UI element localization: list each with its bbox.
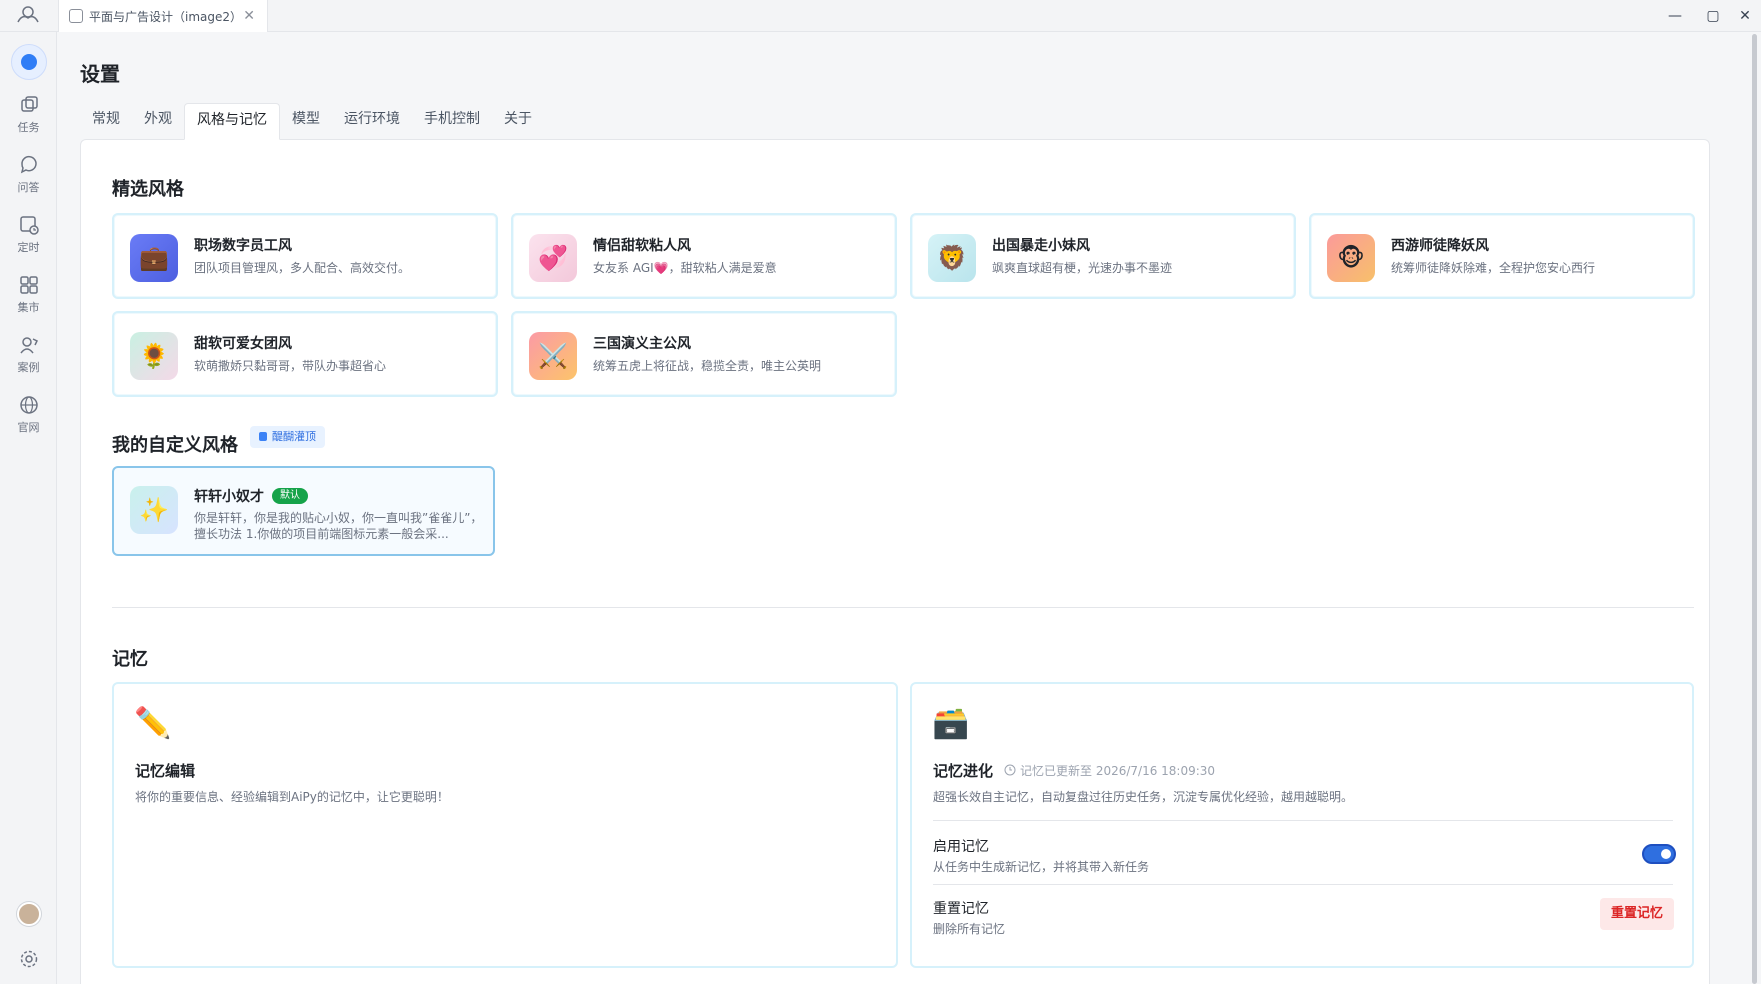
monkey-icon: 🐵: [1327, 234, 1375, 282]
cases-icon: [19, 337, 38, 354]
briefcase-icon: 💼: [130, 234, 178, 282]
sunflower-icon: 🌻: [130, 332, 178, 380]
memory-edit-title: 记忆编辑: [135, 762, 196, 780]
style-card-name: 西游师徒降妖风: [1391, 238, 1489, 254]
sparkles-icon: ✨: [130, 486, 178, 534]
style-card-name: 甜软可爱女团风: [194, 336, 292, 352]
document-tab[interactable]: 平面与广告设计（image2） ✕: [58, 0, 268, 32]
pencil-icon: ✏️: [134, 706, 172, 741]
style-card-name: 三国演义主公风: [593, 336, 691, 352]
app-logo-icon[interactable]: [12, 4, 44, 28]
memory-evolve-desc: 超强长效自主记忆，自动复盘过往历史任务，沉淀专属优化经验，越用越聪明。: [933, 790, 1354, 804]
tab-about[interactable]: 关于: [492, 103, 544, 140]
tasks-icon: [20, 96, 38, 112]
market-icon: [19, 276, 38, 294]
enable-memory-desc: 从任务中生成新记忆，并将其带入新任务: [933, 860, 1150, 874]
sidebar-item-label: 案例: [17, 361, 40, 374]
memory-edit-card[interactable]: ✏️ 记忆编辑 将你的重要信息、经验编辑到AiPy的记忆中，让它更聪明！: [112, 682, 898, 968]
window-close-button[interactable]: ✕: [1729, 0, 1761, 32]
lion-icon: 🦁: [928, 234, 976, 282]
sidebar-item-label: 问答: [17, 181, 40, 194]
style-card-desc: 女友系 AGI💗，甜软粘人满是爱意: [593, 261, 777, 275]
style-card-desc: 统筹五虎上将征战，稳揽全责，唯主公英明: [593, 359, 822, 373]
style-card-desc: 团队项目管理风，多人配合、高效交付。: [194, 261, 411, 275]
sidebar: 任务 问答 定时 集市 案例 官网: [0, 32, 57, 984]
style-card-desc: 统筹师徒降妖除难，全程护您安心西行: [1391, 261, 1596, 275]
enable-memory-toggle[interactable]: [1642, 844, 1676, 864]
style-card-desc: 软萌撒娇只黏哥哥，带队办事超省心: [194, 359, 387, 373]
featured-styles-title: 精选风格: [112, 179, 184, 200]
style-card-desc: 飒爽直球超有梗，光速办事不墨迹: [992, 261, 1173, 275]
assistant-avatar[interactable]: [11, 44, 47, 80]
settings-tabs: 常规 外观 风格与记忆 模型 运行环境 手机控制 关于: [80, 103, 544, 140]
custom-style-name: 轩轩小奴才: [194, 489, 264, 505]
chat-tab-icon: [69, 9, 83, 23]
tab-general[interactable]: 常规: [80, 103, 132, 140]
sidebar-item-cases[interactable]: 案例: [0, 330, 57, 386]
title-bar: 平面与广告设计（image2） ✕ — ▢ ✕: [0, 0, 1761, 32]
reset-memory-desc: 删除所有记忆: [933, 922, 1006, 936]
tab-title: 平面与广告设计（image2）: [89, 9, 243, 24]
memory-title: 记忆: [112, 649, 148, 670]
sidebar-item-label: 任务: [17, 121, 40, 134]
custom-styles-title: 我的自定义风格: [112, 435, 238, 456]
tab-style-memory[interactable]: 风格与记忆: [184, 103, 280, 140]
tab-model[interactable]: 模型: [280, 103, 332, 140]
sidebar-item-tasks[interactable]: 任务: [0, 90, 57, 146]
page-title: 设置: [80, 62, 120, 86]
chat-icon: [20, 155, 37, 174]
style-card-girl-group[interactable]: 🌻 甜软可爱女团风 软萌撒娇只黏哥哥，带队办事超省心: [112, 311, 498, 397]
reset-memory-button[interactable]: 重置记忆: [1600, 898, 1674, 930]
hearts-icon: 💞: [529, 234, 577, 282]
sidebar-item-website[interactable]: 官网: [0, 390, 57, 446]
enlighten-badge[interactable]: 醍醐灌顶: [250, 426, 325, 448]
schedule-icon: [19, 216, 39, 235]
memory-evolve-title: 记忆进化: [933, 762, 994, 780]
memory-evolve-card: 🗃️ 记忆进化 记忆已更新至 2026/7/16 18:09:30 超强长效自主…: [910, 682, 1694, 968]
minimize-button[interactable]: —: [1659, 0, 1691, 32]
memory-updated-time: 记忆已更新至 2026/7/16 18:09:30: [1020, 764, 1216, 778]
avatar-dot-icon: [21, 54, 37, 70]
user-avatar[interactable]: [17, 902, 41, 926]
memory-divider: [933, 820, 1673, 821]
section-divider: [112, 607, 1694, 608]
memory-divider: [933, 884, 1673, 885]
style-card-journey-west[interactable]: 🐵 西游师徒降妖风 统筹师徒降妖除难，全程护您安心西行: [1309, 213, 1695, 299]
style-card-workplace[interactable]: 💼 职场数字员工风 团队项目管理风，多人配合、高效交付。: [112, 213, 498, 299]
enable-memory-title: 启用记忆: [933, 839, 989, 855]
custom-style-card[interactable]: ✨ 轩轩小奴才 默认 你是轩轩，你是我的贴心小奴，你一直叫我”雀雀儿”， 擅长功…: [112, 466, 495, 556]
crossed-swords-icon: ⚔️: [529, 332, 577, 380]
sidebar-item-market[interactable]: 集市: [0, 270, 57, 326]
style-card-three-kingdoms[interactable]: ⚔️ 三国演义主公风 统筹五虎上将征战，稳揽全责，唯主公英明: [511, 311, 897, 397]
scrollbar[interactable]: [1752, 34, 1757, 984]
tab-appearance[interactable]: 外观: [132, 103, 184, 140]
sidebar-item-label: 定时: [17, 241, 40, 254]
style-card-name: 职场数字员工风: [194, 238, 292, 254]
reset-memory-title: 重置记忆: [933, 901, 989, 917]
style-card-couple[interactable]: 💞 情侣甜软粘人风 女友系 AGI💗，甜软粘人满是爱意: [511, 213, 897, 299]
sidebar-item-label: 官网: [17, 421, 40, 434]
sidebar-item-label: 集市: [17, 301, 40, 314]
gear-icon[interactable]: [18, 948, 40, 970]
maximize-button[interactable]: ▢: [1697, 0, 1729, 32]
tab-runtime[interactable]: 运行环境: [332, 103, 412, 140]
sidebar-item-schedule[interactable]: 定时: [0, 210, 57, 266]
custom-style-desc: 你是轩轩，你是我的贴心小奴，你一直叫我”雀雀儿”， 擅长功法 1.你做的项目前端…: [194, 511, 483, 541]
style-card-name: 出国暴走小妹风: [992, 238, 1090, 254]
globe-icon: [19, 396, 38, 414]
memory-edit-desc: 将你的重要信息、经验编辑到AiPy的记忆中，让它更聪明！: [135, 790, 449, 804]
archive-icon: 🗃️: [932, 706, 970, 741]
style-card-traveler[interactable]: 🦁 出国暴走小妹风 飒爽直球超有梗，光速办事不墨迹: [910, 213, 1296, 299]
style-card-name: 情侣甜软粘人风: [593, 238, 691, 254]
tab-phone-control[interactable]: 手机控制: [412, 103, 492, 140]
clock-icon: [1004, 764, 1016, 776]
tab-close-icon[interactable]: ✕: [243, 8, 255, 24]
default-badge: 默认: [272, 488, 308, 504]
sidebar-item-chat[interactable]: 问答: [0, 150, 57, 206]
